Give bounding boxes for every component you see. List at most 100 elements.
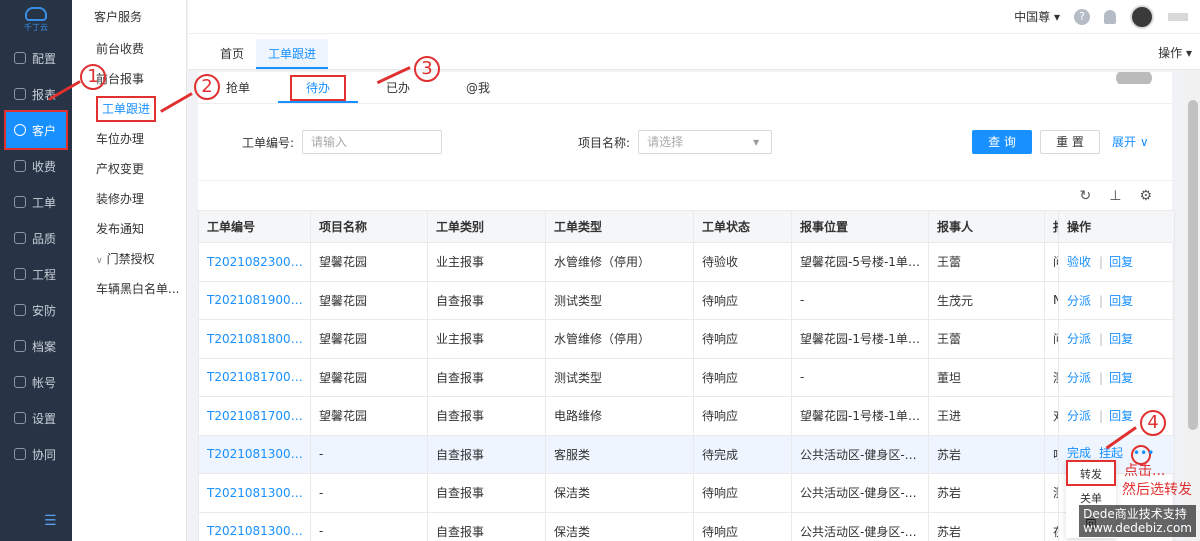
subnav-item[interactable]: 装修办理 xyxy=(72,184,186,214)
watermark-line2: www.dedebiz.com xyxy=(1083,521,1192,535)
scrollbar[interactable] xyxy=(1186,70,1200,541)
table-row[interactable]: T2021081900422望馨花园自查报事测试类型待响应-生茂元NI 分派 | 回复 xyxy=(198,280,1175,320)
gear-icon[interactable]: ⚙ xyxy=(1139,188,1152,204)
subnav-item[interactable]: ∨ 门禁授权 xyxy=(72,244,186,274)
column-header: 报事位置 xyxy=(791,210,929,243)
tab-ticket-follow[interactable]: 工单跟进 xyxy=(256,39,329,69)
table-row[interactable]: T2021081700416 望馨花园 自查报事 电路维修 待响应 望馨花园-1号楼-1单… xyxy=(198,396,1175,436)
ticket-id-link[interactable]: T2021081700417 xyxy=(198,357,311,397)
subnav-item[interactable]: 车位办理 xyxy=(72,124,186,154)
bell-icon[interactable] xyxy=(1104,9,1116,24)
action-secondary-link[interactable]: 回复 xyxy=(1109,371,1133,385)
table-row[interactable]: T2021081800420 望馨花园 业主报事 水管维修（停用） 待响应 望馨花园-1号… xyxy=(198,319,1175,359)
rail-item[interactable]: 协同 xyxy=(0,436,72,472)
expand-label: 展开 xyxy=(1112,135,1137,149)
action-primary-link[interactable]: 验收 xyxy=(1067,255,1091,269)
separator: | xyxy=(1099,370,1104,385)
subnav-item[interactable]: 发布通知 xyxy=(72,214,186,244)
rail-item[interactable]: 工单 xyxy=(0,184,72,220)
action-secondary-link[interactable]: 回复 xyxy=(1109,409,1133,423)
dropdown-forward[interactable]: 转发 xyxy=(1066,460,1116,486)
ticket-no-input[interactable]: 请输入 xyxy=(302,130,443,154)
rail-item[interactable]: 帐号 xyxy=(0,364,72,400)
column-header: 工单类别 xyxy=(427,210,546,243)
subtab-mentions[interactable]: @我 xyxy=(438,72,518,103)
region-selector[interactable]: 中国尊 ▾ xyxy=(1014,8,1060,25)
cell-status: 待验收 xyxy=(693,242,792,282)
query-button[interactable]: 查 询 xyxy=(972,130,1032,154)
cell-type: 测试类型 xyxy=(545,280,694,320)
ticket-id-link[interactable]: T2021081300409 xyxy=(198,473,311,513)
tab-operations[interactable]: 操作 ▾ xyxy=(1158,44,1192,61)
action-primary-link[interactable]: 分派 xyxy=(1067,294,1091,308)
cell-actions: 分派 | 回复 xyxy=(1058,319,1175,359)
ticket-id-link[interactable]: T2021081900422 xyxy=(198,280,311,320)
ticket-id-link[interactable]: T2021082300434 xyxy=(198,242,311,282)
rail-item[interactable]: 工程 xyxy=(0,256,72,292)
subnav-item[interactable]: 前台收费 xyxy=(72,34,186,64)
table-row[interactable]: T2021081300411- 自查报事 客服类 待完成 公共活动区-健身区-健... 苏… xyxy=(198,434,1175,474)
tab-home[interactable]: 首页 xyxy=(208,39,256,69)
action-primary-link[interactable]: 分派 xyxy=(1067,371,1091,385)
scrollbar-thumb[interactable] xyxy=(1188,100,1198,430)
rail-item-label: 配置 xyxy=(32,51,57,66)
action-primary-link[interactable]: 分派 xyxy=(1067,409,1091,423)
help-icon[interactable]: ? xyxy=(1074,8,1090,25)
action-secondary-link[interactable]: 挂起 xyxy=(1099,446,1123,460)
project-select[interactable]: 请选择 xyxy=(638,130,773,154)
rail-item[interactable]: 设置 xyxy=(0,400,72,436)
avatar[interactable] xyxy=(1130,4,1154,29)
subnav-item-label: 工单跟进 xyxy=(96,96,157,122)
switch-toggle[interactable] xyxy=(1116,72,1152,84)
action-primary-link[interactable]: 完成 xyxy=(1067,446,1091,460)
column-header: 工单状态 xyxy=(693,210,792,243)
subnav-item-label: 前台收费 xyxy=(96,42,145,56)
table-row[interactable]: T2021082300434 望馨花园 业主报事 水管维修（停用） 待验收 望馨花园-5号… xyxy=(198,242,1175,282)
action-secondary-link[interactable]: 回复 xyxy=(1109,332,1133,346)
cell-extra: 测 xyxy=(1044,357,1059,397)
subtab-todo[interactable]: 待办 xyxy=(278,72,358,103)
table-row[interactable]: T2021081300408- 自查报事 保洁类 待响应 公共活动区-健身区-新... 苏… xyxy=(198,511,1175,541)
subnav-item[interactable]: 工单跟进 xyxy=(72,94,186,124)
reset-button[interactable]: 重 置 xyxy=(1040,130,1100,154)
subnav-item[interactable]: 产权变更 xyxy=(72,154,186,184)
ticket-id-link[interactable]: T2021081300408 xyxy=(198,511,311,541)
refresh-icon[interactable]: ↻ xyxy=(1080,188,1092,204)
nav-icon xyxy=(14,196,26,208)
ticket-id-link[interactable]: T2021081800420 xyxy=(198,319,311,359)
cell-project: - xyxy=(310,473,428,513)
collapse-menu-icon[interactable]: ☰ xyxy=(44,513,57,529)
subnav-title: 客户服务 xyxy=(94,10,143,24)
annotation-1: 1 xyxy=(80,64,106,90)
action-secondary-link[interactable]: 回复 xyxy=(1109,255,1133,269)
username-placeholder[interactable] xyxy=(1168,12,1188,21)
subnav-item-label: 发布通知 xyxy=(96,222,145,236)
rail-item[interactable]: 收费 xyxy=(0,148,72,184)
density-icon[interactable]: ⊥ xyxy=(1109,188,1121,204)
cell-location: 望馨花园-1号楼-1单元-... xyxy=(791,396,929,436)
cell-project: 望馨花园 xyxy=(310,396,428,436)
rail-item[interactable]: 品质 xyxy=(0,220,72,256)
ticket-id-link[interactable]: T2021081300411 xyxy=(198,434,311,474)
rail-item-label: 帐号 xyxy=(32,375,57,390)
table-row[interactable]: T2021081700417望馨花园自查报事测试类型待响应-董坦测分派 | 回复 xyxy=(198,357,1175,397)
logo[interactable]: 千丁云 xyxy=(0,0,72,40)
nav-icon xyxy=(14,376,26,388)
cell-status: 待完成 xyxy=(693,434,792,474)
expand-button[interactable]: 展开 ∨ xyxy=(1112,130,1149,154)
rail-item[interactable]: 档案 xyxy=(0,328,72,364)
rail-item-label: 安防 xyxy=(32,303,57,318)
rail-item[interactable]: 客户 xyxy=(4,110,68,150)
rail-item[interactable]: 配置 xyxy=(0,40,72,76)
cell-reporter: 王蕾 xyxy=(928,319,1045,359)
action-secondary-link[interactable]: 回复 xyxy=(1109,294,1133,308)
action-primary-link[interactable]: 分派 xyxy=(1067,332,1091,346)
cell-status: 待响应 xyxy=(693,511,792,541)
ticket-id-link[interactable]: T2021081700416 xyxy=(198,396,311,436)
annotation-4: 4 xyxy=(1140,410,1166,436)
subnav-item[interactable]: 车辆黑白名单... xyxy=(72,274,186,304)
table-row[interactable]: T2021081300409- 自查报事 保洁类 待响应 公共活动区-健身区-健... 苏… xyxy=(198,473,1175,513)
rail-item[interactable]: 安防 xyxy=(0,292,72,328)
nav-icon xyxy=(14,268,26,280)
app: 千丁云 配置 报表 客户 收费 工单 品质 工程 安防 档案 帐号 设置 协同 ☰ 客户服务 前台收费… xyxy=(0,0,1200,541)
